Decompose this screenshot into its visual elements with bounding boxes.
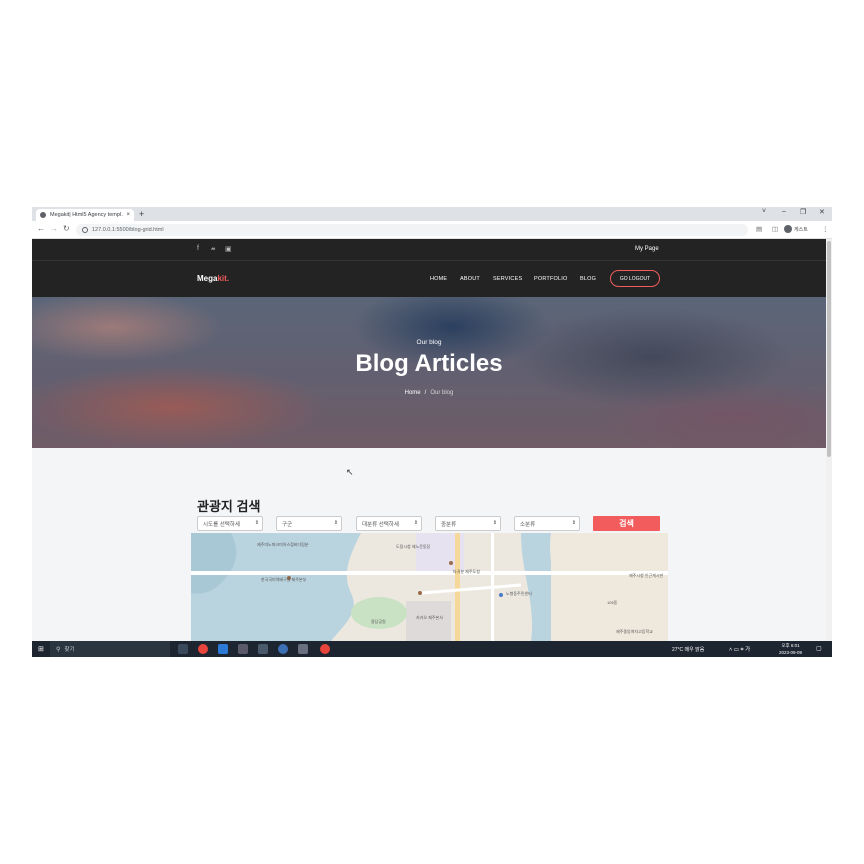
nav-blog[interactable]: BLOG bbox=[580, 276, 596, 282]
category-small-value: 소분류 bbox=[520, 521, 536, 528]
breadcrumb-current: Our blog bbox=[430, 390, 454, 396]
restore-button[interactable]: ❐ bbox=[800, 208, 806, 216]
nav-home[interactable]: HOME bbox=[430, 276, 447, 282]
url-text: 127.0.0.1:5500/blog-grid.html bbox=[92, 227, 164, 233]
map-label: 105동 bbox=[607, 600, 618, 605]
clock-time: 오후 6:01 bbox=[781, 643, 800, 648]
nav-services[interactable]: SERVICES bbox=[493, 276, 522, 282]
search-button[interactable]: 검색 bbox=[593, 516, 660, 531]
sido-select-value: 시도를 선택하세 bbox=[203, 521, 240, 528]
hero-subtitle: Our blog bbox=[416, 339, 442, 346]
map-view[interactable]: 제주미노파크미어스점바다림분 한국국미력배구원 제주본부 도림시청 제노운동장 … bbox=[191, 533, 668, 641]
breadcrumb: Home / Our blog bbox=[32, 390, 826, 396]
clock[interactable]: 오후 6:01 2023-09-09 bbox=[779, 642, 802, 656]
app-icon[interactable] bbox=[298, 644, 308, 654]
browser-window: Megakit| Html5 Agency templ… × + ˅ – ❐ ✕… bbox=[32, 207, 832, 657]
breadcrumb-home[interactable]: Home bbox=[405, 390, 421, 396]
profile-name: 게스트 bbox=[794, 226, 808, 233]
map-label: 한국국미력배구원 제주본부 bbox=[261, 577, 307, 582]
site-logo[interactable]: Megakit. bbox=[197, 274, 229, 283]
reload-icon[interactable]: ↻ bbox=[63, 224, 70, 233]
my-page-link[interactable]: My Page bbox=[635, 246, 659, 252]
map-label: 제주미노파크미어스점바다림분 bbox=[257, 542, 309, 547]
category-large-value: 대분류 선택하세 bbox=[362, 521, 399, 528]
task-view-icon[interactable] bbox=[178, 644, 188, 654]
nav-about[interactable]: ABOUT bbox=[460, 276, 480, 282]
translate-icon[interactable]: ▤ bbox=[756, 225, 762, 233]
top-bar: f 𝓷 ▣ My Page bbox=[32, 239, 826, 261]
category-mid-select[interactable]: 중분류 ⇕ bbox=[435, 516, 501, 531]
map-label: 용담공원 bbox=[371, 619, 386, 624]
browser-tab[interactable]: Megakit| Html5 Agency templ… × bbox=[36, 209, 134, 221]
side-panel-icon[interactable]: ◫ bbox=[772, 225, 778, 233]
menu-icon[interactable]: ⋮ bbox=[822, 225, 829, 233]
gugun-select[interactable]: 구군 ⇕ bbox=[276, 516, 342, 531]
new-tab-button[interactable]: + bbox=[139, 209, 144, 219]
close-window-button[interactable]: ✕ bbox=[819, 208, 825, 216]
forward-icon[interactable]: → bbox=[50, 224, 58, 233]
map-label: 타귀분 제주도청 bbox=[453, 569, 480, 574]
map-label: 카카오 제주본사 bbox=[416, 615, 443, 620]
search-icon: ⚲ bbox=[56, 646, 61, 653]
category-large-select[interactable]: 대분류 선택하세 ⇕ bbox=[356, 516, 422, 531]
github-icon[interactable]: ▣ bbox=[225, 245, 232, 253]
app-icon[interactable] bbox=[278, 644, 288, 654]
select-arrow-icon: ⇕ bbox=[571, 520, 576, 526]
clock-date: 2023-09-09 bbox=[779, 650, 803, 655]
profile-button[interactable]: 게스트 bbox=[784, 225, 808, 233]
chrome-active-icon[interactable] bbox=[320, 644, 330, 654]
page-title: Blog Articles bbox=[355, 350, 503, 377]
tab-title: Megakit| Html5 Agency templ… bbox=[50, 212, 124, 218]
hero-banner: Our blog Blog Articles Home / Our blog bbox=[32, 297, 826, 448]
search-section-title: 관광지 검색 bbox=[197, 499, 261, 514]
windows-start-icon[interactable]: ⊞ bbox=[38, 645, 44, 653]
nav-portfolio[interactable]: PORTFOLIO bbox=[534, 276, 567, 282]
notification-icon[interactable]: ▢ bbox=[816, 645, 822, 652]
scrollbar-thumb[interactable] bbox=[827, 241, 831, 457]
sido-select[interactable]: 시도를 선택하세 ⇕ bbox=[197, 516, 263, 531]
windows-taskbar: ⊞ ⚲ 찾기 27°C 매우 맑음 ˄ ▭ ⌗ 가 오후 6:01 2023-0… bbox=[32, 641, 832, 657]
breadcrumb-separator: / bbox=[424, 390, 427, 396]
map-label: 제주시청 인근게시판 bbox=[629, 573, 664, 578]
logout-button[interactable]: GO LOGOUT bbox=[610, 270, 660, 287]
minimize-button[interactable]: – bbox=[782, 208, 786, 215]
site-info-icon[interactable] bbox=[82, 227, 88, 233]
facebook-icon[interactable]: f bbox=[197, 245, 199, 252]
mouse-cursor-icon: ↖ bbox=[346, 467, 354, 477]
system-tray[interactable]: ˄ ▭ ⌗ 가 bbox=[729, 645, 750, 654]
app-icon[interactable] bbox=[258, 644, 268, 654]
select-arrow-icon: ⇕ bbox=[333, 520, 338, 526]
tab-search-icon[interactable]: ˅ bbox=[762, 208, 766, 215]
chrome-icon[interactable] bbox=[198, 644, 208, 654]
address-bar: ← → ↻ 127.0.0.1:5500/blog-grid.html ▤ ◫ … bbox=[32, 221, 832, 239]
select-arrow-icon: ⇕ bbox=[492, 520, 497, 526]
main-navbar: Megakit. HOME ABOUT SERVICES PORTFOLIO B… bbox=[32, 261, 826, 297]
page-scrollbar[interactable] bbox=[826, 239, 832, 641]
taskbar-search[interactable]: ⚲ 찾기 bbox=[50, 641, 170, 657]
vscode-icon[interactable] bbox=[218, 644, 228, 654]
taskbar-search-label: 찾기 bbox=[64, 647, 75, 653]
logo-main: Mega bbox=[197, 274, 218, 283]
map-label: 도림시청 제노운동장 bbox=[396, 544, 431, 549]
map-label: 노형동주민센터 bbox=[506, 591, 532, 596]
map-label: 제주중앙여자고등학교 bbox=[616, 629, 653, 634]
page-viewport: f 𝓷 ▣ My Page Megakit. HOME ABOUT SERVIC… bbox=[32, 239, 832, 641]
weather-widget[interactable]: 27°C 매우 맑음 bbox=[672, 646, 704, 653]
logo-accent: kit. bbox=[217, 274, 230, 283]
select-arrow-icon: ⇕ bbox=[254, 520, 259, 526]
gugun-select-value: 구군 bbox=[282, 521, 293, 528]
avatar-icon bbox=[784, 225, 792, 233]
category-mid-value: 중분류 bbox=[441, 521, 457, 528]
tab-close-icon[interactable]: × bbox=[126, 212, 130, 218]
twitter-icon[interactable]: 𝓷 bbox=[211, 245, 216, 253]
tab-strip: Megakit| Html5 Agency templ… × + ˅ – ❐ ✕ bbox=[32, 207, 832, 221]
select-arrow-icon: ⇕ bbox=[413, 520, 418, 526]
app-icon[interactable] bbox=[238, 644, 248, 654]
category-small-select[interactable]: 소분류 ⇕ bbox=[514, 516, 580, 531]
globe-icon bbox=[40, 212, 46, 218]
back-icon[interactable]: ← bbox=[37, 224, 45, 233]
url-field[interactable]: 127.0.0.1:5500/blog-grid.html bbox=[76, 224, 748, 236]
